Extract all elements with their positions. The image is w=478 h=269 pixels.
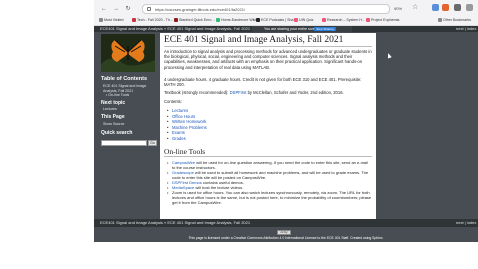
extension-icon[interactable] <box>442 4 449 11</box>
back-icon[interactable]: ← <box>100 5 108 13</box>
contents-label: Contents: <box>164 99 182 104</box>
reload-icon[interactable]: ↻ <box>124 5 132 13</box>
bookmark-item[interactable]: Stanford Quick Enro… <box>174 16 215 24</box>
tool-item: CampusWire will be used for on-line ques… <box>167 160 372 170</box>
browser-toolbar: ← → ↻ https://courses.grainger.illinois.… <box>94 0 478 26</box>
title-divider <box>164 46 372 47</box>
url-text: https://courses.grainger.illinois.edu/ec… <box>155 7 246 12</box>
next-topic-link[interactable]: Lectures <box>103 107 117 111</box>
page-blank-area <box>94 242 478 269</box>
toc-link[interactable]: • On-line Tools <box>106 93 129 97</box>
license-footer: cc by This page is licensed under a Crea… <box>94 227 478 242</box>
toc-heading: Table of Contents <box>101 76 148 82</box>
stop-sharing-button[interactable]: Stop Sharing <box>314 27 336 31</box>
contents-list: Lectures Office Hours Written Homework M… <box>167 108 207 142</box>
url-bar[interactable]: https://courses.grainger.illinois.edu/ec… <box>142 4 390 14</box>
online-tools-heading: On-line Tools <box>164 147 206 156</box>
textbook-link[interactable]: DSPFirst <box>230 90 247 95</box>
license-text: This page is licensed under a Creative C… <box>188 236 384 240</box>
cc-license-badge[interactable]: cc by <box>277 230 291 235</box>
bookmark-item[interactable]: Project Euphemia <box>366 16 399 24</box>
contents-link-grades[interactable]: Grades <box>167 136 207 142</box>
footer-bar: ECE401 Signal and Image Analysis » ECE 4… <box>94 219 478 227</box>
bookmark-item[interactable]: Research – System H… <box>322 16 366 24</box>
tool-item: Gradescope will be used to submit all ho… <box>167 170 372 180</box>
bookmark-item[interactable]: Most Visited <box>99 16 124 24</box>
tool-item: Zoom is used for office hours. You can a… <box>167 190 372 205</box>
bookmark-star-icon[interactable]: ☆ <box>412 4 418 12</box>
main-content: ECE 401 Signal and Image Analysis, Fall … <box>160 33 376 219</box>
pocket-icon[interactable] <box>432 4 439 11</box>
credit-info: 4 undergraduate hours. 4 graduate hours.… <box>164 77 362 88</box>
next-topic-heading: Next topic <box>101 100 126 106</box>
zoom-level[interactable]: 90% <box>394 6 402 11</box>
account-icon[interactable] <box>454 4 461 11</box>
bookmark-item[interactable]: ECE Podcasts | Sha… <box>256 16 297 24</box>
section-divider <box>164 156 372 157</box>
textbook-line: Textbook (strongly recommended): DSPFirs… <box>164 90 344 95</box>
bookmark-item[interactable]: Home-Eandmore Wikies <box>216 16 260 24</box>
footer-nav[interactable]: next | index <box>456 219 476 227</box>
this-page-heading: This Page <box>101 114 125 120</box>
lock-icon <box>147 7 151 11</box>
bookmarks-bar: Most Visited Tech - Fall 2020 - Th… Stan… <box>94 15 478 25</box>
bookmark-item[interactable]: Tech - Fall 2020 - Th… <box>132 16 173 24</box>
footer-breadcrumb[interactable]: ECE401 Signal and Image Analysis » ECE 4… <box>100 219 250 227</box>
menu-icon[interactable] <box>466 4 473 11</box>
quick-search-input[interactable] <box>101 140 147 146</box>
forward-icon[interactable]: → <box>112 5 120 13</box>
bookmark-item[interactable]: Other Bookmarks <box>438 16 471 24</box>
page-title: ECE 401 Signal and Image Analysis, Fall … <box>164 35 344 45</box>
show-source-link[interactable]: Show Source <box>103 122 124 126</box>
search-go-button[interactable]: Go <box>148 140 157 146</box>
online-tools-list: CampusWire will be used for on-line ques… <box>167 160 372 205</box>
butterfly-logo <box>101 34 155 72</box>
browser-window: ← → ↻ https://courses.grainger.illinois.… <box>94 0 478 269</box>
course-description: An introduction to signal analysis and p… <box>164 49 372 70</box>
quick-search-heading: Quick search <box>101 130 133 136</box>
bookmark-item[interactable]: UIN Quiz <box>294 16 314 24</box>
